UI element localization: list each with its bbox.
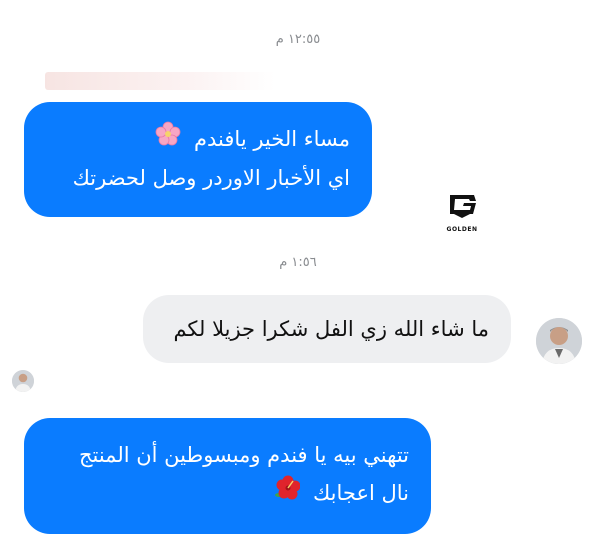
timestamp: ١:٥٦ م <box>279 255 317 270</box>
message-line: مساء الخير يافندم <box>46 120 350 159</box>
outgoing-message[interactable]: مساء الخير يافندم اي الأخبار الاوردر وصل… <box>24 102 372 217</box>
message-text: ما شاء الله زي الفل شكرا جزيلا لكم <box>173 317 489 341</box>
message-text: نال اعجابك <box>312 481 409 505</box>
cherry-blossom-icon <box>155 121 181 159</box>
person-icon <box>536 318 582 364</box>
message-line: تتهني بيه يا فندم ومبسوطين أن المنتج <box>78 443 409 467</box>
contact-avatar[interactable] <box>536 318 582 364</box>
seen-avatar <box>12 370 34 392</box>
incoming-message[interactable]: ما شاء الله زي الفل شكرا جزيلا لكم <box>143 295 511 363</box>
cropped-message-remnant <box>45 72 275 90</box>
outgoing-message[interactable]: تتهني بيه يا فندم ومبسوطين أن المنتج نال… <box>24 418 431 534</box>
message-line: اي الأخبار الاوردر وصل لحضرتك <box>72 166 350 190</box>
hibiscus-icon <box>274 475 301 513</box>
golden-logo: GOLDEN <box>440 192 484 238</box>
message-text: مساء الخير يافندم <box>194 127 350 151</box>
watermark-text: GOLDEN <box>446 226 478 233</box>
message-line: نال اعجابك <box>46 474 409 513</box>
person-icon <box>12 370 34 392</box>
timestamp: ١٢:٥٥ م <box>275 32 321 47</box>
